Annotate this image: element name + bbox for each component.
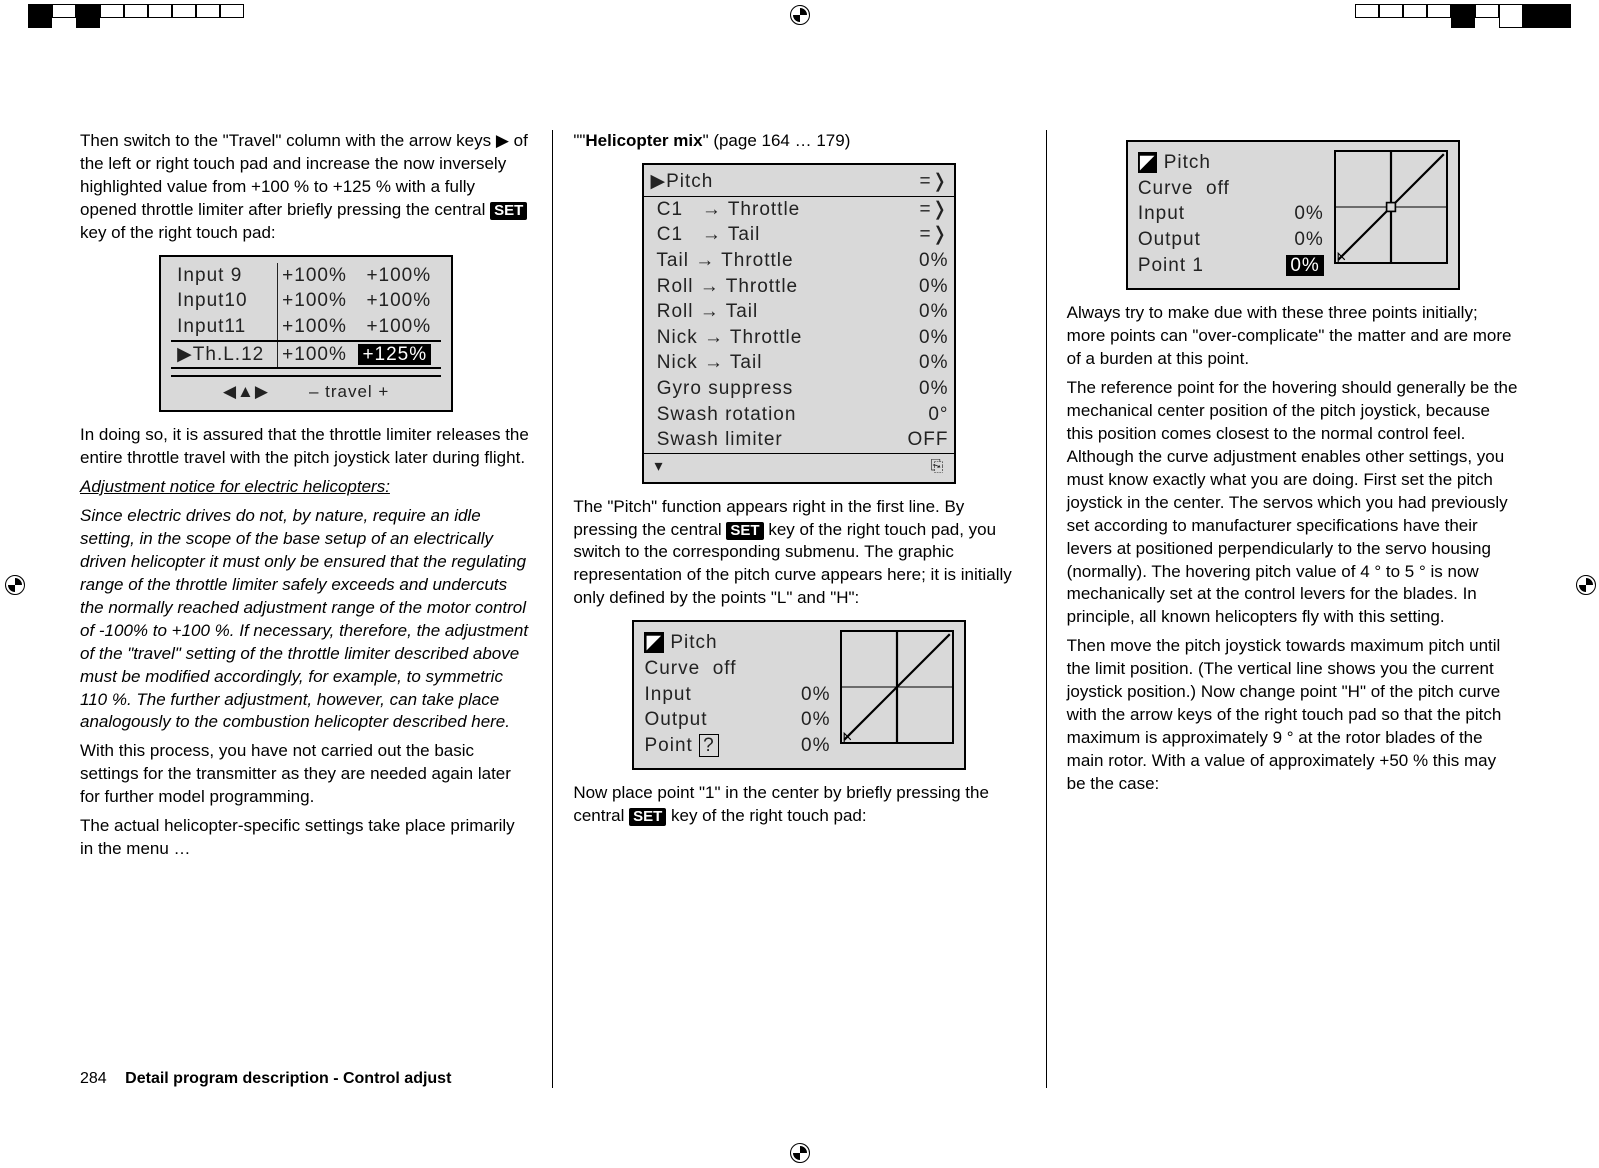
col3-para3: Then move the pitch joystick towards max… — [1067, 635, 1519, 796]
page-content: Then switch to the "Travel" column with … — [60, 130, 1539, 1088]
registration-mark-left — [5, 575, 23, 593]
curve-icon: ◤ — [644, 632, 664, 653]
registration-mark-icon — [790, 5, 810, 25]
top-registration-bar — [0, 0, 1599, 30]
reg-strip-top-right — [1311, 4, 1571, 26]
pitch-curve-graph — [840, 630, 954, 744]
col3-para1: Always try to make due with these three … — [1067, 302, 1519, 371]
nav-arrows-icon: ◀▲▶ — [223, 381, 269, 404]
set-key-icon: SET — [490, 202, 527, 220]
lcd-helicopter-mix: ▶Pitch=❭ C1 → Throttle=❭ C1 → Tail=❭ Tai… — [642, 163, 956, 484]
set-key-icon: SET — [629, 808, 666, 826]
right-triangle-icon: ▶ — [496, 131, 509, 150]
travel-footer-label: – travel + — [309, 381, 389, 404]
bottom-registration-bar — [0, 1138, 1599, 1168]
page-footer: 284 Detail program description - Control… — [80, 1070, 451, 1088]
curve-icon: ◤ — [1138, 152, 1158, 173]
page-number: 284 — [80, 1070, 107, 1087]
col2-heading: ""Helicopter mix" (page 164 … 179) — [573, 130, 1025, 153]
page-footer-title: Detail program description - Control adj… — [125, 1070, 451, 1087]
lcd-pitch-curve-point1: ◤ Pitch Curve off Input0% Output0% Point… — [1126, 140, 1460, 290]
adjustment-notice-body: Since electric drives do not, by nature,… — [80, 505, 532, 734]
col1-para2: In doing so, it is assured that the thro… — [80, 424, 532, 470]
model-switch-icon: ⎘ — [931, 456, 945, 478]
column-1: Then switch to the "Travel" column with … — [60, 130, 552, 1088]
scroll-down-icon: ▾ — [654, 456, 663, 478]
registration-mark-icon — [790, 1143, 810, 1163]
col2-para1: The "Pitch" function appears right in th… — [573, 496, 1025, 611]
col2-para2: Now place point "1" in the center by bri… — [573, 782, 1025, 828]
registration-mark-right — [1576, 575, 1594, 593]
col3-para2: The reference point for the hovering sho… — [1067, 377, 1519, 629]
col1-para4: The actual helicopter-specific settings … — [80, 815, 532, 861]
lcd-pitch-curve-initial: ◤ Pitch Curve off Input0% Output0% Point… — [632, 620, 966, 770]
set-key-icon: SET — [726, 522, 763, 540]
column-3: ◤ Pitch Curve off Input0% Output0% Point… — [1046, 130, 1539, 1088]
column-2: ""Helicopter mix" (page 164 … 179) ▶Pitc… — [552, 130, 1045, 1088]
reg-strip-top-left — [28, 4, 288, 26]
adjustment-notice-heading: Adjustment notice for electric helicopte… — [80, 476, 532, 499]
lcd-travel-table: Input 9+100%+100% Input10+100%+100% Inpu… — [159, 255, 453, 413]
col1-para3: With this process, you have not carried … — [80, 740, 532, 809]
pitch-curve-graph — [1334, 150, 1448, 264]
col1-para1: Then switch to the "Travel" column with … — [80, 130, 532, 245]
